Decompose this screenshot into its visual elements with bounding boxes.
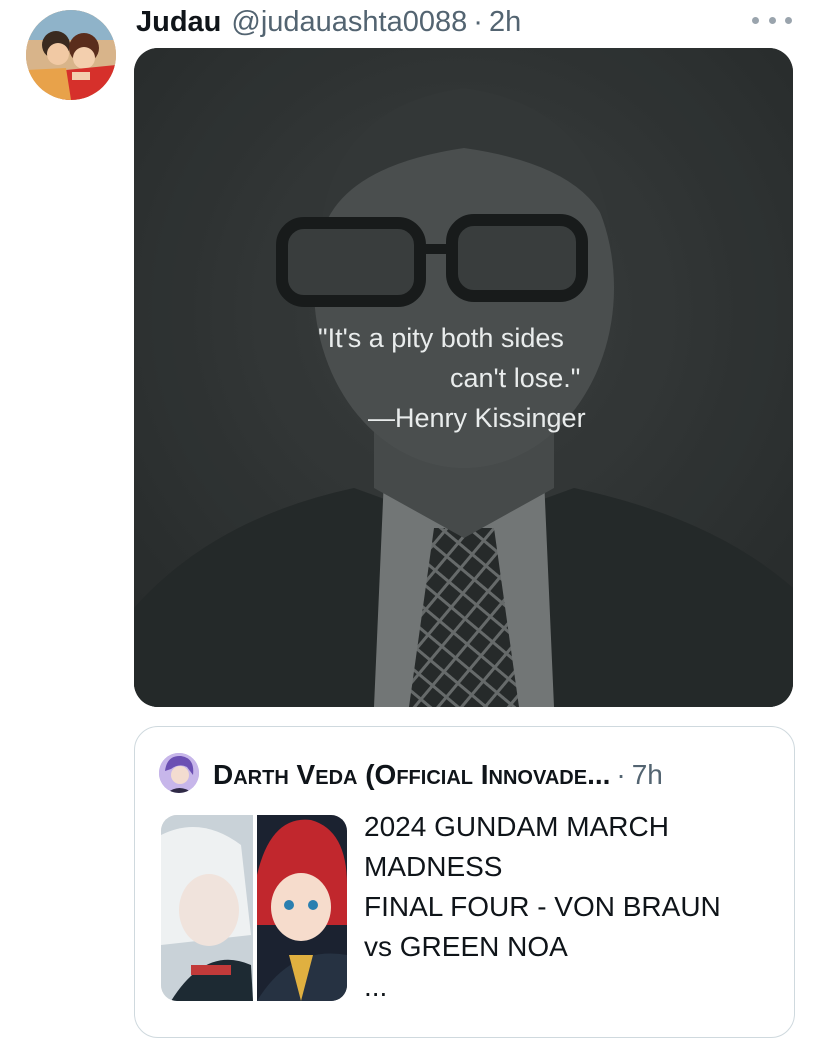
anime-characters-image bbox=[161, 815, 347, 1001]
avatar-image bbox=[26, 10, 116, 100]
more-dot bbox=[752, 16, 759, 24]
quoted-tweet-header: Darth Veda (Official Innovade... · 7h bbox=[213, 755, 663, 795]
quote-attribution: —Henry Kissinger bbox=[368, 403, 586, 433]
quote-line-1: "It's a pity both sides bbox=[318, 323, 564, 353]
quoted-avatar-image bbox=[159, 753, 199, 793]
author-handle[interactable]: @judauashta0088 bbox=[231, 6, 467, 39]
more-options-icon[interactable] bbox=[752, 10, 792, 30]
quoted-text-line: MADNESS bbox=[364, 851, 503, 882]
quoted-tweet-text: 2024 GUNDAM MARCH MADNESS FINAL FOUR - V… bbox=[364, 807, 774, 1007]
quoted-text-line: vs GREEN NOA bbox=[364, 931, 568, 962]
quoted-author-name[interactable]: Darth Veda (Official Innovade... bbox=[213, 759, 610, 791]
more-dot bbox=[785, 16, 792, 24]
separator-dot: · bbox=[616, 759, 626, 790]
tweet-timestamp[interactable]: 2h bbox=[489, 6, 521, 39]
quote-line-2: can't lose." bbox=[450, 363, 581, 393]
quoted-author-avatar[interactable] bbox=[159, 753, 199, 793]
author-avatar[interactable] bbox=[26, 10, 116, 100]
author-name[interactable]: Judau bbox=[136, 6, 221, 39]
tweet-header: Judau @judauashta0088 · 2h bbox=[136, 4, 521, 40]
quoted-tweet-timestamp[interactable]: 7h bbox=[632, 759, 663, 791]
more-dot bbox=[768, 16, 776, 24]
quoted-tweet-thumbnail[interactable] bbox=[161, 815, 347, 1001]
quoted-tweet-card[interactable]: Darth Veda (Official Innovade... · 7h 20… bbox=[134, 726, 795, 1038]
quoted-text-line: FINAL FOUR - VON BRAUN bbox=[364, 891, 721, 922]
tweet-media-image[interactable]: "It's a pity both sides can't lose." —He… bbox=[134, 48, 793, 707]
separator-dot: · bbox=[473, 5, 483, 38]
quoted-text-ellipsis: ... bbox=[364, 971, 388, 1002]
quoted-text-line: 2024 GUNDAM MARCH bbox=[364, 811, 669, 842]
